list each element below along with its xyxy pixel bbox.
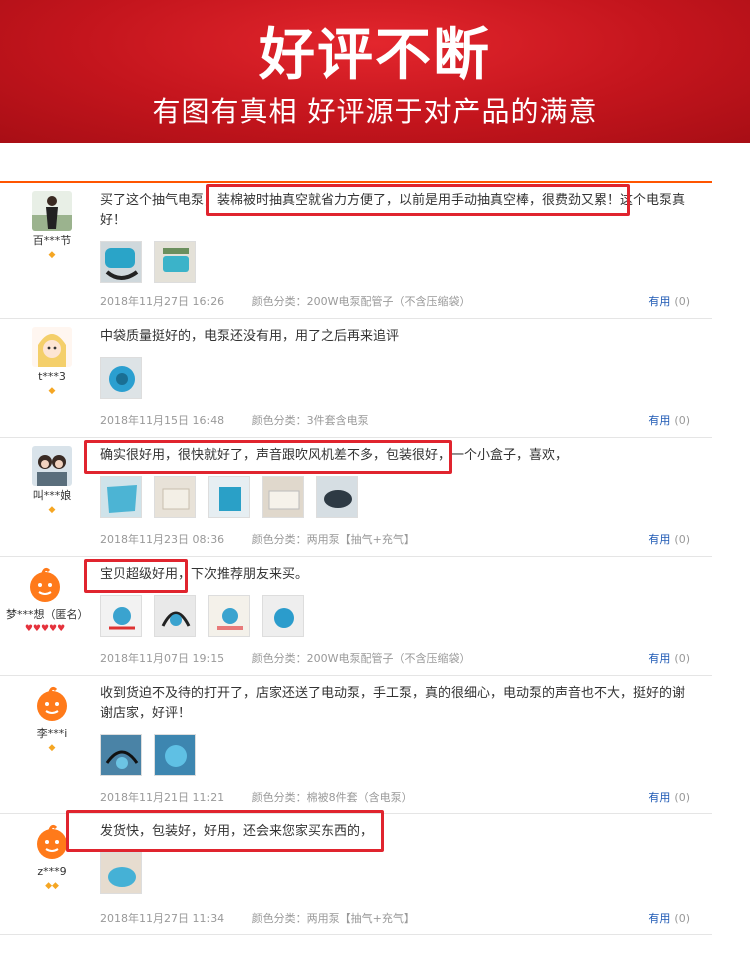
review-photos [100,595,692,637]
banner-subtitle: 有图有真相 好评源于对产品的满意 [152,95,598,128]
review-photo[interactable] [154,476,197,518]
review-date: 2018年11月27日 11:34 [100,912,225,925]
review-photos [100,357,692,399]
review-photos [100,241,692,283]
reviewer-name: t***3 [38,370,66,383]
review-date: 2018年11月15日 16:48 [100,414,225,427]
review-photo[interactable] [100,852,142,894]
useful-vote[interactable]: 有用 (0) [648,650,690,666]
useful-count: (0) [674,295,690,308]
review-text: 宝贝超级好用，下次推荐朋友来买。 [100,567,309,582]
reviewer-info: t***3 ◆ [22,327,82,396]
review-date: 2018年11月27日 16:26 [100,295,225,308]
promo-banner: 好评不断 有图有真相 好评源于对产品的满意 [0,0,750,143]
review-meta: 2018年11月15日 16:48 颜色分类：3件套含电泵 [100,412,369,428]
review-sku: 颜色分类：200W电泵配管子（不含压缩袋） [251,295,471,308]
avatar [32,684,72,724]
review-photo[interactable] [100,357,142,399]
highlight-box [84,440,452,474]
useful-count: (0) [674,791,690,804]
highlight-box [84,559,188,593]
review-sku: 颜色分类：3件套含电泵 [251,414,369,427]
review-meta: 2018年11月07日 19:15 颜色分类：200W电泵配管子（不含压缩袋） [100,650,471,666]
rank-icon: ◆ [48,250,56,260]
review-sku: 颜色分类：两用泵【抽气+充气】 [251,912,415,925]
review-photo[interactable] [100,734,142,776]
reviewer-name: 叫***娘 [32,489,72,502]
review-photo[interactable] [100,241,142,283]
useful-link[interactable]: 有用 [648,912,670,925]
review-date: 2018年11月21日 11:21 [100,791,225,804]
useful-link[interactable]: 有用 [648,414,670,427]
review-sku: 颜色分类：200W电泵配管子（不含压缩袋） [251,652,471,665]
useful-link[interactable]: 有用 [648,533,670,546]
rank-icon: ◆ [48,505,56,515]
heart-rank-icon: ♥♥♥♥♥ [24,624,66,634]
useful-vote[interactable]: 有用 (0) [648,789,690,805]
rank-icon: ◆◆ [45,881,59,891]
review-photo[interactable] [100,595,142,637]
useful-count: (0) [674,414,690,427]
reviewer-info: 叫***娘 ◆ [22,446,82,515]
useful-link[interactable]: 有用 [648,791,670,804]
review-photo[interactable] [262,476,305,518]
review-photo[interactable] [154,241,197,283]
review-photo[interactable] [262,595,305,637]
reviewer-name: z***9 [37,865,67,878]
avatar [25,565,65,605]
reviewer-name: 梦***想（匿名） [6,608,89,621]
highlight-box [66,810,384,852]
banner-title: 好评不断 [259,23,491,88]
review-meta: 2018年11月23日 08:36 颜色分类：两用泵【抽气+充气】 [100,531,415,547]
useful-count: (0) [674,912,690,925]
review-photos [100,476,692,518]
reviewer-info: 百***节 ◆ [22,191,82,260]
useful-vote[interactable]: 有用 (0) [648,412,690,428]
reviewer-info: 李***i ◆ [22,684,82,753]
useful-count: (0) [674,652,690,665]
review-sku: 颜色分类：两用泵【抽气+充气】 [251,533,415,546]
review-photo[interactable] [208,595,251,637]
review-meta: 2018年11月27日 16:26 颜色分类：200W电泵配管子（不含压缩袋） [100,293,471,309]
review-date: 2018年11月23日 08:36 [100,533,225,546]
review-photo[interactable] [154,734,197,776]
avatar [32,327,72,367]
review-photos [100,734,692,776]
review-photo[interactable] [208,476,251,518]
review-photo[interactable] [316,476,359,518]
useful-count: (0) [674,533,690,546]
review-item: t***3 ◆ 中袋质量挺好的，电泵还没有用，用了之后再来追评 2018年11月… [0,319,712,438]
rank-icon: ◆ [48,386,56,396]
review-sku: 颜色分类：棉被8件套（含电泵） [251,791,413,804]
useful-vote[interactable]: 有用 (0) [648,293,690,309]
avatar [32,446,72,486]
review-item: 李***i ◆ 收到货迫不及待的打开了，店家还送了电动泵，手工泵，真的很细心，电… [0,676,712,814]
avatar [32,191,72,231]
review-date: 2018年11月07日 19:15 [100,652,225,665]
review-photo[interactable] [154,595,197,637]
review-text: 收到货迫不及待的打开了，店家还送了电动泵，手工泵，真的很细心，电动泵的声音也不大… [100,686,686,721]
rank-icon: ◆ [48,743,56,753]
reviewer-info: 梦***想（匿名） ♥♥♥♥♥ [6,565,89,634]
review-meta: 2018年11月27日 11:34 颜色分类：两用泵【抽气+充气】 [100,910,415,926]
review-meta: 2018年11月21日 11:21 颜色分类：棉被8件套（含电泵） [100,789,413,805]
review-text: 中袋质量挺好的，电泵还没有用，用了之后再来追评 [100,329,400,344]
review-photos [100,852,692,894]
useful-link[interactable]: 有用 [648,652,670,665]
review-photo[interactable] [100,476,142,518]
useful-vote[interactable]: 有用 (0) [648,910,690,926]
reviewer-name: 百***节 [32,234,72,247]
useful-link[interactable]: 有用 [648,295,670,308]
useful-vote[interactable]: 有用 (0) [648,531,690,547]
highlight-box [206,184,630,216]
reviewer-name: 李***i [36,727,68,740]
